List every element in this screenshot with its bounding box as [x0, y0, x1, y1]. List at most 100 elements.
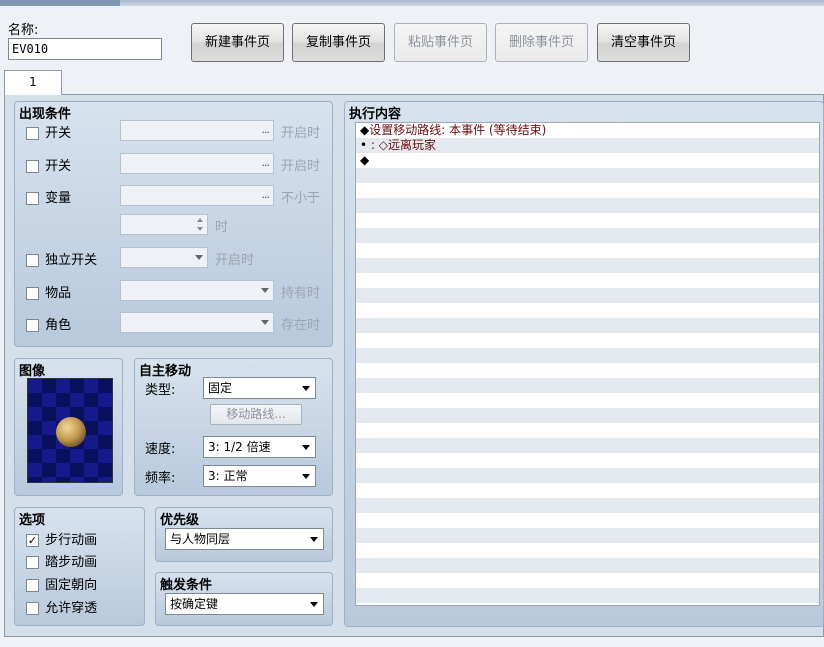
event-command-list[interactable]: ◆设置移动路线: 本事件 (等待结束) • : ◇远离玩家 ◆: [355, 122, 820, 606]
empty-command-row[interactable]: [356, 288, 819, 303]
empty-command-row[interactable]: [356, 333, 819, 348]
variable-value-spinner[interactable]: [120, 214, 208, 235]
command-marker: ◆: [360, 153, 370, 167]
stepping-anim-option[interactable]: 踏步动画: [26, 551, 97, 570]
actor-checkbox[interactable]: [26, 319, 39, 332]
variable-row: 变量: [26, 187, 71, 206]
empty-command-row[interactable]: [356, 303, 819, 318]
actor-dropdown[interactable]: [120, 312, 274, 333]
variable-checkbox[interactable]: [26, 192, 39, 205]
actor-hint: 存在时: [281, 318, 321, 333]
empty-command-row[interactable]: [356, 483, 819, 498]
trigger-chevron-down-icon: [310, 602, 318, 607]
trigger-dropdown[interactable]: 按确定键: [165, 593, 324, 615]
switch1-label: 开关: [45, 126, 72, 141]
self-switch-chevron-down-icon: [195, 255, 203, 260]
move-speed-chevron-down-icon: [302, 445, 310, 450]
move-route-button[interactable]: 移动路线...: [210, 404, 302, 425]
delete-page-button[interactable]: 删除事件页: [495, 23, 588, 62]
variable-label: 变量: [45, 191, 72, 206]
move-type-value: 固定: [208, 381, 233, 395]
switch1-checkbox[interactable]: [26, 127, 39, 140]
variable-ellipsis: ...: [261, 188, 270, 201]
command-line[interactable]: • : ◇远离玩家: [356, 138, 819, 153]
copy-page-button[interactable]: 复制事件页: [292, 23, 385, 62]
empty-command-row[interactable]: [356, 258, 819, 273]
priority-dropdown[interactable]: 与人物同层: [165, 528, 324, 550]
empty-command-row[interactable]: [356, 438, 819, 453]
move-type-dropdown[interactable]: 固定: [203, 377, 316, 399]
window-title-strip: [0, 0, 824, 6]
switch2-selector[interactable]: ...: [120, 153, 274, 174]
self-switch-label: 独立开关: [45, 253, 98, 268]
empty-command-row[interactable]: [356, 558, 819, 573]
stepping-anim-checkbox[interactable]: [26, 556, 39, 569]
move-frequency-label: 频率:: [145, 471, 176, 486]
empty-command-row[interactable]: [356, 183, 819, 198]
empty-command-row[interactable]: [356, 243, 819, 258]
tab-page-1[interactable]: 1: [4, 70, 62, 95]
command-line[interactable]: ◆设置移动路线: 本事件 (等待结束): [356, 123, 819, 138]
trigger-title: 触发条件: [160, 578, 213, 593]
variable-selector[interactable]: ...: [120, 185, 274, 206]
actor-label: 角色: [45, 318, 72, 333]
walking-anim-checkbox[interactable]: ✓: [26, 534, 39, 547]
command-line[interactable]: ◆: [356, 153, 819, 168]
paste-page-button[interactable]: 粘贴事件页: [394, 23, 487, 62]
move-type-label: 类型:: [145, 383, 176, 398]
name-input[interactable]: EV010: [8, 38, 162, 60]
empty-command-row[interactable]: [356, 363, 819, 378]
switch2-ellipsis: ...: [261, 156, 270, 169]
through-option[interactable]: 允许穿透: [26, 597, 97, 616]
item-dropdown[interactable]: [120, 280, 274, 301]
contents-title: 执行内容: [349, 107, 402, 122]
empty-command-row[interactable]: [356, 393, 819, 408]
switch2-checkbox[interactable]: [26, 160, 39, 173]
switch1-hint: 开启时: [281, 126, 321, 141]
walking-anim-option[interactable]: ✓ 步行动画: [26, 529, 97, 548]
options-title: 选项: [19, 513, 46, 528]
move-speed-dropdown[interactable]: 3: 1/2 倍速: [203, 436, 316, 458]
empty-command-row[interactable]: [356, 318, 819, 333]
empty-command-row[interactable]: [356, 543, 819, 558]
empty-command-row[interactable]: [356, 498, 819, 513]
empty-command-row[interactable]: [356, 273, 819, 288]
switch1-selector[interactable]: ...: [120, 120, 274, 141]
trigger-value: 按确定键: [170, 597, 219, 611]
empty-command-row[interactable]: [356, 198, 819, 213]
self-switch-row: 独立开关: [26, 249, 97, 268]
empty-command-row[interactable]: [356, 468, 819, 483]
empty-command-row[interactable]: [356, 588, 819, 603]
stepping-anim-label: 踏步动画: [45, 555, 98, 570]
command-text: 设置移动路线: 本事件 (等待结束): [369, 123, 547, 137]
self-switch-checkbox[interactable]: [26, 254, 39, 267]
clear-page-button[interactable]: 清空事件页: [597, 23, 690, 62]
spinner-up-icon[interactable]: [197, 218, 203, 222]
empty-command-row[interactable]: [356, 213, 819, 228]
rock-sprite-icon: [56, 417, 86, 447]
empty-command-row[interactable]: [356, 348, 819, 363]
through-checkbox[interactable]: [26, 602, 39, 615]
item-checkbox[interactable]: [26, 287, 39, 300]
autonomous-movement-title: 自主移动: [139, 364, 192, 379]
empty-command-row[interactable]: [356, 573, 819, 588]
self-switch-hint: 开启时: [215, 253, 255, 268]
command-text: : ◇远离玩家: [367, 138, 436, 152]
empty-command-row[interactable]: [356, 408, 819, 423]
new-page-button[interactable]: 新建事件页: [191, 23, 284, 62]
move-frequency-dropdown[interactable]: 3: 正常: [203, 465, 316, 487]
empty-command-row[interactable]: [356, 228, 819, 243]
empty-command-row[interactable]: [356, 423, 819, 438]
self-switch-dropdown[interactable]: [120, 247, 208, 268]
spinner-down-icon[interactable]: [197, 227, 203, 231]
command-marker: ◆: [360, 123, 370, 137]
event-image-preview[interactable]: [27, 378, 113, 483]
empty-command-row[interactable]: [356, 378, 819, 393]
empty-command-row[interactable]: [356, 168, 819, 183]
direction-fix-option[interactable]: 固定朝向: [26, 574, 97, 593]
empty-command-row[interactable]: [356, 528, 819, 543]
empty-command-row[interactable]: [356, 453, 819, 468]
empty-command-row[interactable]: [356, 513, 819, 528]
item-hint: 持有时: [281, 286, 321, 301]
direction-fix-checkbox[interactable]: [26, 579, 39, 592]
